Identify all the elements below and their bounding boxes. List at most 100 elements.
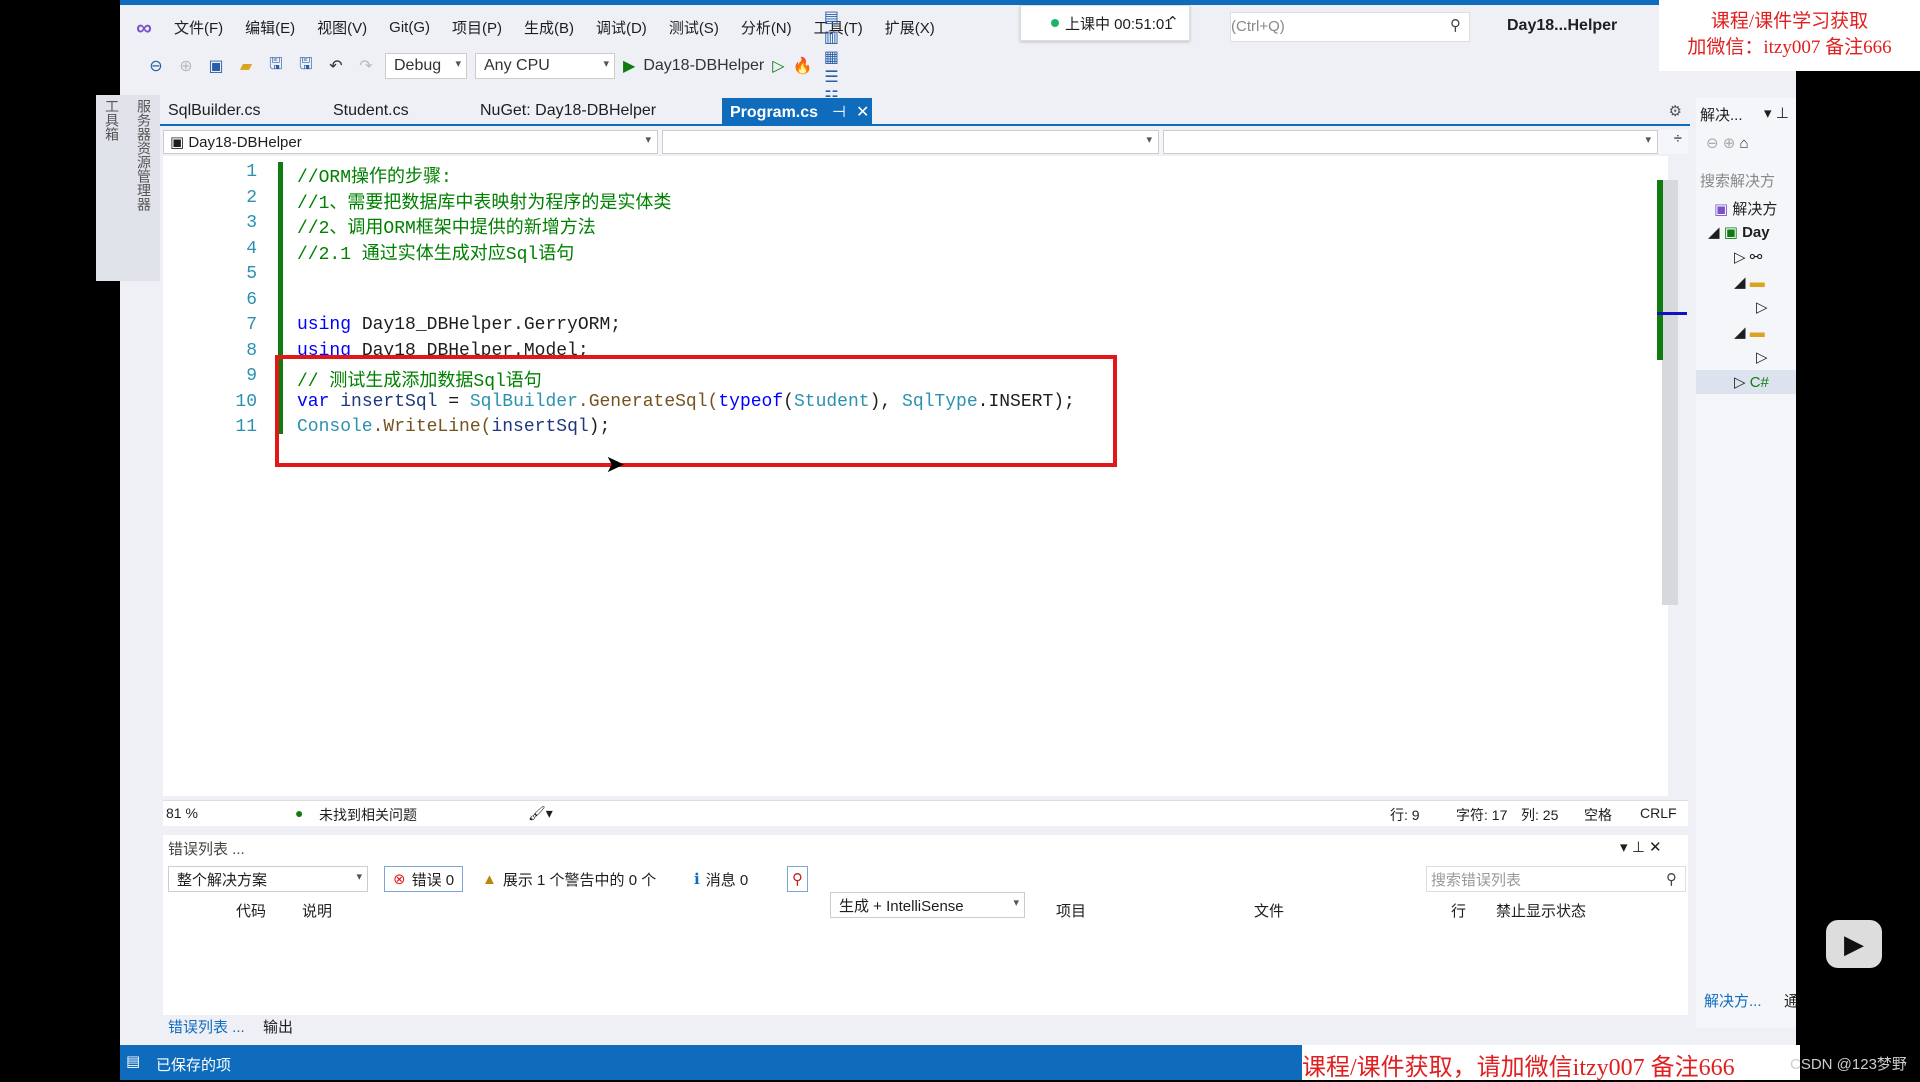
tree-solution[interactable]: ▣ 解决方 <box>1714 198 1777 219</box>
tab-nuget[interactable]: NuGet: Day18-DBHelper <box>472 98 664 124</box>
menu-view[interactable]: 视图(V) <box>317 17 367 38</box>
code-line[interactable]: 3 //2、调用ORM框架中提供的新增方法 <box>163 213 1363 239</box>
tab-solution-explorer[interactable]: 解决方... <box>1704 990 1762 1011</box>
tree-program-selected[interactable]: ▷ C# <box>1696 370 1796 394</box>
tab-output[interactable]: 输出 <box>263 1016 293 1037</box>
redo-icon[interactable]: ↷ <box>355 56 377 76</box>
tab-program[interactable]: Program.cs ⊣ ✕ <box>722 98 872 124</box>
video-play-icon[interactable]: ▶ <box>1826 920 1882 968</box>
line-number: 3 <box>246 213 257 233</box>
close-icon[interactable]: ✕ <box>1649 839 1662 856</box>
issues-status[interactable]: 未找到相关问题 <box>319 805 417 825</box>
menu-debug[interactable]: 调试(D) <box>596 17 647 38</box>
forward-icon[interactable]: ⊕ <box>175 56 197 76</box>
zoom-level[interactable]: 81 % <box>166 805 198 821</box>
menu-project[interactable]: 项目(P) <box>452 17 502 38</box>
start-without-debug-icon[interactable]: ▷ <box>772 56 784 76</box>
errors-filter[interactable]: ⊗ 错误 0 <box>384 866 464 892</box>
code-line[interactable]: 7 using Day18_DBHelper.GerryORM; <box>163 315 1363 340</box>
tab-student[interactable]: Student.cs <box>325 98 417 124</box>
type-dropdown[interactable] <box>662 130 1159 154</box>
nav-icons[interactable]: ⊖ ⊕ ⌂ <box>1706 134 1749 152</box>
tab-sqlbuilder[interactable]: SqlBuilder.cs <box>160 98 269 124</box>
tree-folder[interactable]: ◢ ▬ <box>1734 323 1765 341</box>
error-list-title: 错误列表 ... <box>168 841 245 858</box>
error-search-input[interactable]: 搜索错误列表 ⚲ <box>1426 866 1686 892</box>
tab-error-list[interactable]: 错误列表 ... <box>168 1016 245 1037</box>
code-line[interactable]: 2 //1、需要把数据库中表映射为程序的是实体类 <box>163 188 1363 214</box>
save-all-icon[interactable]: 🖫 <box>295 53 317 80</box>
back-icon[interactable]: ⊖ <box>145 56 167 76</box>
tree-file[interactable]: ▷ <box>1756 348 1768 366</box>
project-dropdown[interactable]: ▣ Day18-DBHelper <box>163 130 658 154</box>
config-select[interactable]: Debug <box>385 53 467 79</box>
pin-icon[interactable]: ⊥ <box>1632 839 1649 856</box>
line-number: 4 <box>246 238 257 259</box>
close-icon[interactable]: ✕ <box>856 104 869 121</box>
editor-status-bar: 81 % ● 未找到相关问题 🖌▾ 行: 9 字符: 17 列: 25 空格 C… <box>163 800 1688 826</box>
watermark-line: 课程/课件学习获取 <box>1710 11 1869 32</box>
member-dropdown[interactable] <box>1163 130 1658 154</box>
code-line[interactable]: 4 //2.1 通过实体生成对应Sql语句 <box>163 238 1363 265</box>
messages-filter[interactable]: ℹ 消息 0 <box>694 866 748 892</box>
menu-git[interactable]: Git(G) <box>389 19 430 36</box>
dropdown-icon[interactable]: ▾ <box>1620 839 1632 856</box>
tree-dependencies[interactable]: ▷ ⚯ <box>1734 248 1762 266</box>
menu-test[interactable]: 测试(S) <box>669 17 719 38</box>
menu-build[interactable]: 生成(B) <box>524 17 574 38</box>
timer-popup[interactable]: 上课中 00:51:01 ⌃ <box>1020 5 1190 41</box>
start-icon[interactable]: ▶ <box>623 56 635 76</box>
indent-mode[interactable]: 空格 <box>1584 805 1612 825</box>
code-line[interactable]: 6 <box>163 290 1363 315</box>
column-file[interactable]: 文件 <box>1254 900 1284 921</box>
tree-file[interactable]: ▷ <box>1756 298 1768 316</box>
column-description[interactable]: 说明 <box>302 900 332 921</box>
solution-search-input[interactable]: 搜索解决方 <box>1700 170 1775 191</box>
column-code[interactable]: 代码 <box>236 900 266 921</box>
column-suppression[interactable]: 禁止显示状态 <box>1496 900 1586 921</box>
scope-select[interactable]: 整个解决方案 <box>168 866 368 892</box>
toolbox-tab[interactable]: 工具箱 <box>96 95 128 281</box>
new-project-icon[interactable]: ▣ <box>205 56 227 76</box>
save-icon[interactable]: 🖫 <box>265 53 287 80</box>
filter-icon[interactable]: ⚲ <box>787 866 808 892</box>
settings-icon[interactable]: ⚙ <box>1669 102 1682 120</box>
column-project[interactable]: 项目 <box>1056 900 1086 921</box>
menu-analyze[interactable]: 分析(N) <box>741 17 792 38</box>
vertical-scrollbar[interactable] <box>1662 180 1678 605</box>
code-token: //2、调用ORM框架中提供的新增方法 <box>297 219 596 239</box>
search-input[interactable]: (Ctrl+Q) ⚲ <box>1230 12 1470 42</box>
line-ending[interactable]: CRLF <box>1640 805 1677 821</box>
line-number: 11 <box>235 417 257 437</box>
project-label: Day <box>1742 224 1770 241</box>
menu-extensions[interactable]: 扩展(X) <box>885 17 935 38</box>
toolbar: ⊖ ⊕ ▣ ▰ 🖫 🖫 ↶ ↷ Debug Any CPU ▶ Day18-DB… <box>145 9 842 124</box>
code-editor[interactable]: 1 //ORM操作的步骤: 2 //1、需要把数据库中表映射为程序的是实体类 3 //2、… <box>163 156 1668 796</box>
chevron-up-icon[interactable]: ⌃ <box>1166 13 1179 31</box>
cleanup-icon[interactable]: 🖌▾ <box>528 805 553 822</box>
mouse-cursor-icon: ➤ <box>605 451 626 478</box>
column-line[interactable]: 行 <box>1451 900 1466 921</box>
tree-project[interactable]: ◢ ▣ Day <box>1708 223 1770 241</box>
warnings-filter[interactable]: ▲ 展示 1 个警告中的 0 个 <box>482 866 656 892</box>
code-text: //1、需要把数据库中表映射为程序的是实体类 <box>297 188 671 214</box>
code-line[interactable]: 5 <box>163 264 1363 289</box>
tab-other[interactable]: 通 <box>1784 990 1796 1011</box>
tree-folder[interactable]: ◢ ▬ <box>1734 273 1765 291</box>
notes-icon[interactable]: ▤ <box>126 1052 140 1070</box>
undo-icon[interactable]: ↶ <box>325 56 347 76</box>
pin-icon[interactable]: ⊣ <box>832 104 846 121</box>
start-button[interactable]: Day18-DBHelper <box>643 57 764 75</box>
open-icon[interactable]: ▰ <box>235 56 257 76</box>
menu-file[interactable]: 文件(F) <box>174 17 223 38</box>
split-icon[interactable]: ÷ <box>1674 130 1682 147</box>
menu-edit[interactable]: 编辑(E) <box>245 17 295 38</box>
tab-label: Program.cs <box>730 104 819 121</box>
platform-select[interactable]: Any CPU <box>475 53 615 79</box>
panel-menu-icon[interactable]: ▾ ⊥ <box>1764 104 1789 122</box>
server-explorer-tab[interactable]: 服务器资源管理器 <box>128 95 160 281</box>
source-select[interactable]: 生成 + IntelliSense <box>830 892 1025 918</box>
code-token: Day18_DBHelper.GerryORM; <box>361 315 622 335</box>
code-line[interactable]: 1 //ORM操作的步骤: <box>163 162 1363 188</box>
hot-reload-icon[interactable]: 🔥 <box>793 56 813 76</box>
